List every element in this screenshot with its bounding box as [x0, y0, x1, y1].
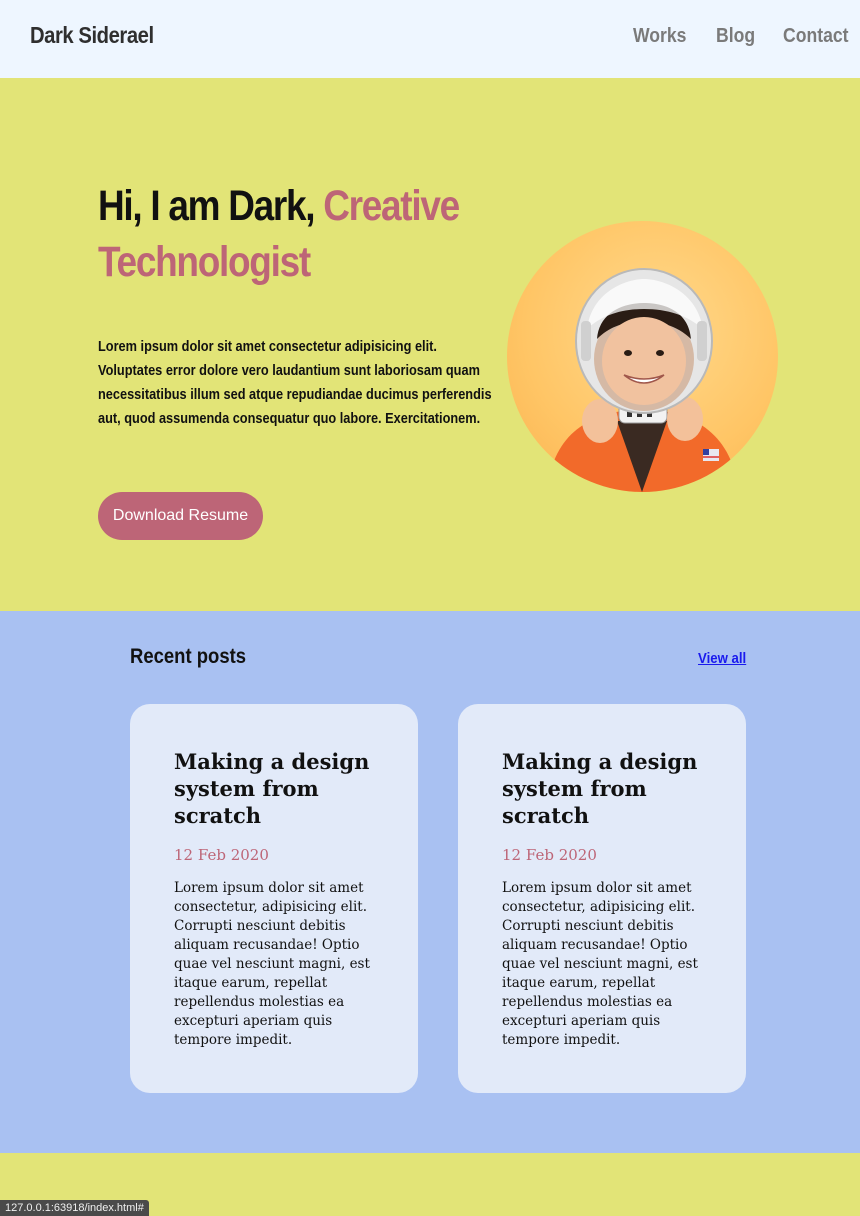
nav-link-works[interactable]: Works — [633, 25, 686, 48]
avatar — [507, 221, 778, 492]
download-resume-button[interactable]: Download Resume — [98, 492, 263, 540]
hero-section: Hi, I am Dark, Creative Technologist Lor… — [0, 78, 860, 611]
site-brand[interactable]: Dark Siderael — [30, 22, 154, 49]
hero-title: Hi, I am Dark, Creative Technologist — [98, 178, 519, 290]
hero-title-plain: Hi, I am Dark, — [98, 182, 316, 230]
view-all-link[interactable]: View all — [698, 650, 746, 667]
post-title[interactable]: Making a design system from scratch — [174, 748, 374, 829]
astronaut-child-illustration — [547, 268, 739, 492]
hero-description: Lorem ipsum dolor sit amet consectetur a… — [98, 339, 492, 427]
post-title[interactable]: Making a design system from scratch — [502, 748, 702, 829]
post-excerpt: Lorem ipsum dolor sit amet consectetur, … — [502, 880, 698, 1048]
nav-link-contact[interactable]: Contact — [783, 25, 849, 48]
post-card[interactable]: Making a design system from scratch 12 F… — [130, 704, 418, 1093]
browser-status-url: 127.0.0.1:63918/index.html# — [0, 1200, 149, 1216]
post-card[interactable]: Making a design system from scratch 12 F… — [458, 704, 746, 1093]
post-date: 12 Feb 2020 — [502, 846, 597, 864]
post-excerpt: Lorem ipsum dolor sit amet consectetur, … — [174, 880, 370, 1048]
recent-posts-section: Recent posts View all Making a design sy… — [0, 611, 860, 1153]
recent-posts-heading: Recent posts — [130, 645, 247, 668]
post-date: 12 Feb 2020 — [174, 846, 269, 864]
nav-link-blog[interactable]: Blog — [716, 25, 755, 48]
navbar: Dark Siderael Works Blog Contact — [0, 0, 860, 78]
